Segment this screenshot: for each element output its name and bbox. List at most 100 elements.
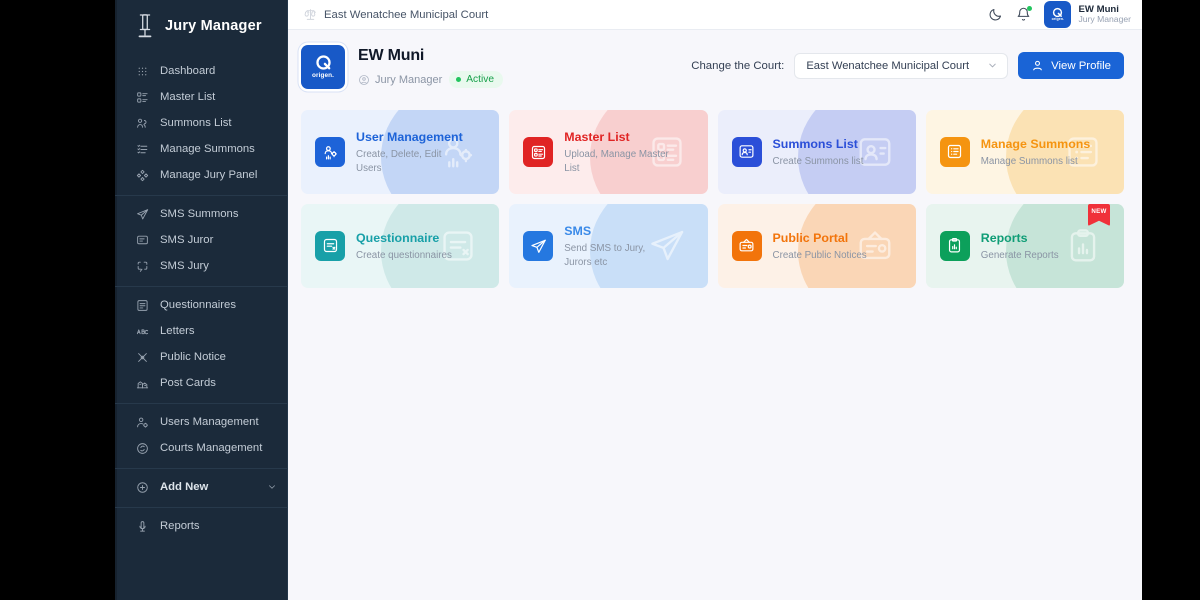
paper-plane-icon xyxy=(135,207,149,221)
sidebar-item-label: Public Notice xyxy=(160,351,226,363)
module-card-grid: User Management Create, Delete, Edit User… xyxy=(301,110,1124,288)
sidebar-item-master-list[interactable]: Master List xyxy=(115,84,287,110)
sidebar-item-label: SMS Juror xyxy=(160,234,214,246)
sidebar-item-sms-jury[interactable]: SMS Jury xyxy=(115,253,287,279)
card-master-list[interactable]: Master List Upload, Manage Master List xyxy=(509,110,708,194)
sidebar-item-letters[interactable]: Letters xyxy=(115,318,287,344)
sidebar-item-post-cards[interactable]: Post Cards xyxy=(115,370,287,396)
sidebar-item-label: Manage Summons xyxy=(160,143,255,155)
sidebar-item-manage-jury-panel[interactable]: Manage Jury Panel xyxy=(115,162,287,188)
sidebar-item-add-new[interactable]: Add New xyxy=(115,474,287,500)
card-text: User Management Create, Delete, Edit User… xyxy=(356,128,466,176)
card-content: Reports Generate Reports xyxy=(939,229,1059,263)
card-manage-summons[interactable]: Manage Summons Manage Summons list xyxy=(925,110,1124,194)
card-content: Master List Upload, Manage Master List xyxy=(523,128,674,176)
user-cog-icon xyxy=(135,415,149,429)
card-description: Send SMS to Jury, Jurors etc xyxy=(564,242,646,268)
sidebar-item-reports[interactable]: Reports xyxy=(115,513,287,539)
sidebar-item-label: Reports xyxy=(160,520,200,532)
court-select[interactable]: East Wenatchee Municipal Court xyxy=(794,52,1009,79)
brand-title: Jury Manager xyxy=(165,18,262,34)
card-content: User Management Create, Delete, Edit User… xyxy=(315,128,466,176)
court-select-value: East Wenatchee Municipal Court xyxy=(806,59,970,72)
card-title: Questionnaire xyxy=(356,230,440,245)
chevron-down-icon[interactable] xyxy=(267,482,277,492)
card-questionnaire[interactable]: Questionnaire Create questionnaires xyxy=(301,204,500,288)
status-badge: Active xyxy=(449,71,504,88)
card-content: Summons List Create Summons list xyxy=(731,135,864,169)
manage-list-icon xyxy=(939,136,970,167)
chevron-down-icon xyxy=(989,63,996,68)
card-description: Manage Summons list xyxy=(980,155,1078,167)
main-area: East Wenatchee Municipal Court origen. E… xyxy=(288,0,1142,600)
sidebar-item-sms-juror[interactable]: SMS Juror xyxy=(115,227,287,253)
sidebar-item-label: Master List xyxy=(160,91,216,103)
card-title: Public Portal xyxy=(772,230,849,245)
org-role: Jury Manager xyxy=(358,74,442,86)
card-public-portal[interactable]: Public Portal Create Public Notices xyxy=(717,204,916,288)
user-icon xyxy=(1033,60,1042,71)
brand: Jury Manager xyxy=(115,0,287,52)
origen-wordmark: origen. xyxy=(1051,17,1065,22)
list-checks-icon xyxy=(135,142,149,156)
avatar[interactable]: origen. EW Muni Jury Manager xyxy=(1044,1,1131,28)
card-description: Generate Reports xyxy=(980,249,1059,261)
sidebar-item-sms-summons[interactable]: SMS Summons xyxy=(115,201,287,227)
card-text: Questionnaire Create questionnaires xyxy=(356,229,452,263)
sidebar-item-users-management[interactable]: Users Management xyxy=(115,409,287,435)
form-icon xyxy=(135,298,149,312)
sidebar-item-label: SMS Summons xyxy=(160,208,239,220)
bell-icon[interactable] xyxy=(1016,6,1033,22)
sidebar-item-public-notice[interactable]: Public Notice xyxy=(115,344,287,370)
diamonds-icon xyxy=(135,168,149,182)
report-clipboard-icon xyxy=(939,230,970,261)
sidebar-item-questionnaires[interactable]: Questionnaires xyxy=(115,292,287,318)
users-group-icon xyxy=(135,116,149,130)
card-text: Reports Generate Reports xyxy=(981,229,1059,263)
message-square-icon xyxy=(135,233,149,247)
letters-abc-icon xyxy=(135,324,149,338)
card-description: Create questionnaires xyxy=(356,249,452,261)
card-title: SMS xyxy=(564,223,592,238)
status-label: Active xyxy=(466,74,495,85)
card-text: Master List Upload, Manage Master List xyxy=(564,128,674,176)
sidebar-item-label: Dashboard xyxy=(160,65,216,77)
view-profile-label: View Profile xyxy=(1051,59,1111,72)
paper-plane-icon xyxy=(523,231,554,261)
origen-mark-icon xyxy=(315,55,331,70)
sidebar-item-courts-management[interactable]: Courts Management xyxy=(115,435,287,461)
scales-circle-icon xyxy=(135,441,149,455)
sidebar: Jury Manager Dashboard Master List Summons… xyxy=(115,0,288,600)
card-description: Create Summons list xyxy=(772,155,864,167)
sidebar-item-label: Summons List xyxy=(160,117,232,129)
sidebar-item-summons-list[interactable]: Summons List xyxy=(115,110,287,136)
card-reports[interactable]: NEW Reports Generate Reports xyxy=(925,204,1124,288)
scales-icon xyxy=(304,8,317,21)
message-dashed-icon xyxy=(135,259,149,273)
card-description: Upload, Manage Master List xyxy=(564,148,669,174)
card-text: Manage Summons Manage Summons list xyxy=(981,135,1090,169)
profile-header: origen. EW Muni Jury Manager Active Chan… xyxy=(301,45,1124,89)
card-user-management[interactable]: User Management Create, Delete, Edit User… xyxy=(301,110,500,194)
plus-circle-icon xyxy=(135,480,149,494)
content-area: origen. EW Muni Jury Manager Active Chan… xyxy=(288,30,1142,600)
card-title: User Management xyxy=(356,129,463,144)
sidebar-item-label: SMS Jury xyxy=(160,260,209,272)
card-title: Summons List xyxy=(772,136,858,151)
sidebar-group-5: Reports xyxy=(115,507,287,546)
sidebar-item-manage-summons[interactable]: Manage Summons xyxy=(115,136,287,162)
view-profile-button[interactable]: View Profile xyxy=(1018,52,1124,79)
moon-icon[interactable] xyxy=(988,7,1003,22)
card-sms[interactable]: SMS Send SMS to Jury, Jurors etc xyxy=(509,204,708,288)
card-content: Manage Summons Manage Summons list xyxy=(939,135,1090,169)
sidebar-item-label: Post Cards xyxy=(160,377,216,389)
sidebar-nav: Dashboard Master List Summons List Manage S… xyxy=(115,52,287,546)
postcard-icon xyxy=(135,376,149,390)
sidebar-item-dashboard[interactable]: Dashboard xyxy=(115,58,287,84)
card-title: Reports xyxy=(980,230,1028,245)
card-summons-list[interactable]: Summons List Create Summons list xyxy=(717,110,916,194)
megaphone-icon xyxy=(135,350,149,364)
topbar-actions: origen. EW Muni Jury Manager xyxy=(988,1,1131,28)
org-subtitle: Jury Manager Active xyxy=(358,71,504,88)
users-settings-icon xyxy=(315,137,345,167)
